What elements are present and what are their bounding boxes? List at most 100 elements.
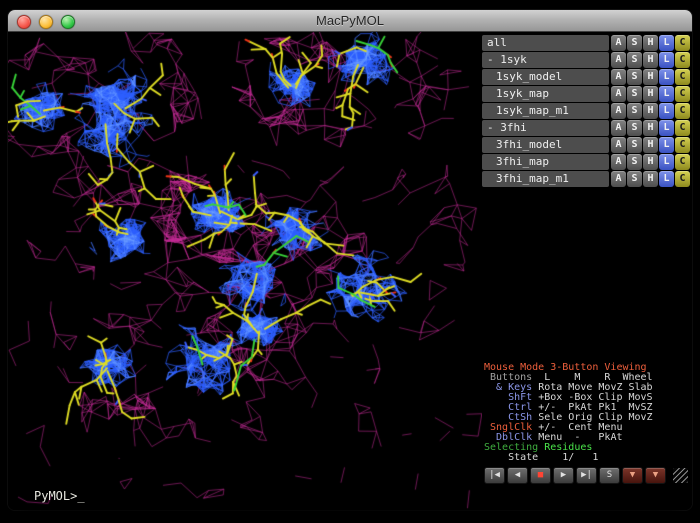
object-button-l[interactable]: L <box>659 86 674 102</box>
object-row-buttons: ASHLC <box>610 154 690 170</box>
control-sidebar: allASHLC- 1sykASHLC1syk_modelASHLC1syk_m… <box>482 32 692 510</box>
object-button-h[interactable]: H <box>643 86 658 102</box>
object-name[interactable]: 3fhi_map_m1 <box>482 171 609 187</box>
object-button-c[interactable]: C <box>675 137 690 153</box>
vcr-play-button[interactable]: ▶ <box>553 467 574 484</box>
object-button-c[interactable]: C <box>675 52 690 68</box>
object-button-c[interactable]: C <box>675 35 690 51</box>
vcr-step-back-button[interactable]: ◀ <box>507 467 528 484</box>
window-title: MacPyMOL <box>316 13 384 28</box>
traffic-lights <box>17 15 75 29</box>
object-button-l[interactable]: L <box>659 103 674 119</box>
object-button-l[interactable]: L <box>659 52 674 68</box>
object-button-h[interactable]: H <box>643 137 658 153</box>
object-button-h[interactable]: H <box>643 52 658 68</box>
close-button[interactable] <box>17 15 31 29</box>
object-row-buttons: ASHLC <box>610 103 690 119</box>
viewport-3d[interactable]: PyMOL>_ <box>8 32 482 510</box>
window-titlebar[interactable]: MacPyMOL <box>8 10 692 32</box>
object-button-h[interactable]: H <box>643 35 658 51</box>
object-button-l[interactable]: L <box>659 154 674 170</box>
object-row: - 1sykASHLC <box>482 52 690 68</box>
object-button-c[interactable]: C <box>675 154 690 170</box>
vcr-step-forward-button[interactable]: ▶| <box>576 467 597 484</box>
object-row: - 3fhiASHLC <box>482 120 690 136</box>
molecule-render-canvas[interactable] <box>8 32 482 510</box>
object-button-h[interactable]: H <box>643 120 658 136</box>
object-button-c[interactable]: C <box>675 69 690 85</box>
object-button-h[interactable]: H <box>643 154 658 170</box>
object-button-s[interactable]: S <box>627 35 642 51</box>
object-name[interactable]: all <box>482 35 609 51</box>
vcr-stop-button[interactable]: ■ <box>530 467 551 484</box>
object-row: 1syk_map_m1ASHLC <box>482 103 690 119</box>
object-name[interactable]: 1syk_model <box>482 69 609 85</box>
object-button-c[interactable]: C <box>675 171 690 187</box>
desktop: MacPyMOL PyMOL>_ allASHLC- 1sykASHLC1syk… <box>0 0 700 523</box>
object-button-s[interactable]: S <box>627 86 642 102</box>
object-button-a[interactable]: A <box>611 103 626 119</box>
command-input[interactable]: PyMOL>_ <box>34 489 85 503</box>
main-content: PyMOL>_ allASHLC- 1sykASHLC1syk_modelASH… <box>8 32 692 510</box>
object-button-h[interactable]: H <box>643 69 658 85</box>
object-button-s[interactable]: S <box>627 137 642 153</box>
minimize-button[interactable] <box>39 15 53 29</box>
object-button-s[interactable]: S <box>627 171 642 187</box>
object-button-s[interactable]: S <box>627 52 642 68</box>
object-button-a[interactable]: A <box>611 52 626 68</box>
vcr-menu-left-button[interactable]: ▼ <box>622 467 643 484</box>
object-name[interactable]: 3fhi_map <box>482 154 609 170</box>
object-row-buttons: ASHLC <box>610 171 690 187</box>
playback-controls: |◀◀■▶▶|S▼▼ <box>482 467 690 484</box>
object-button-a[interactable]: A <box>611 69 626 85</box>
object-name[interactable]: - 1syk <box>482 52 609 68</box>
vcr-scene-button[interactable]: S <box>599 467 620 484</box>
object-button-l[interactable]: L <box>659 171 674 187</box>
object-button-a[interactable]: A <box>611 171 626 187</box>
object-rows: allASHLC- 1sykASHLC1syk_modelASHLC1syk_m… <box>482 35 690 188</box>
object-button-a[interactable]: A <box>611 137 626 153</box>
object-row-buttons: ASHLC <box>610 35 690 51</box>
object-button-s[interactable]: S <box>627 103 642 119</box>
object-button-l[interactable]: L <box>659 120 674 136</box>
object-name[interactable]: - 3fhi <box>482 120 609 136</box>
object-button-a[interactable]: A <box>611 120 626 136</box>
object-button-c[interactable]: C <box>675 103 690 119</box>
object-row: allASHLC <box>482 35 690 51</box>
sidebar-spacer <box>482 188 690 363</box>
object-row: 3fhi_map_m1ASHLC <box>482 171 690 187</box>
object-row-buttons: ASHLC <box>610 69 690 85</box>
object-button-s[interactable]: S <box>627 154 642 170</box>
object-button-a[interactable]: A <box>611 154 626 170</box>
vcr-menu-right-button[interactable]: ▼ <box>645 467 666 484</box>
object-button-s[interactable]: S <box>627 69 642 85</box>
object-button-l[interactable]: L <box>659 69 674 85</box>
object-row: 3fhi_mapASHLC <box>482 154 690 170</box>
object-row: 1syk_modelASHLC <box>482 69 690 85</box>
resize-grip-icon[interactable] <box>673 468 688 483</box>
object-name[interactable]: 3fhi_model <box>482 137 609 153</box>
mouse-panel: Mouse Mode 3-Button Viewing Buttons L M … <box>482 363 690 463</box>
macpymol-window: MacPyMOL PyMOL>_ allASHLC- 1sykASHLC1syk… <box>8 10 692 510</box>
state-indicator: State 1/ 1 <box>484 453 690 463</box>
object-button-a[interactable]: A <box>611 86 626 102</box>
object-button-s[interactable]: S <box>627 120 642 136</box>
object-name[interactable]: 1syk_map <box>482 86 609 102</box>
object-button-a[interactable]: A <box>611 35 626 51</box>
zoom-button[interactable] <box>61 15 75 29</box>
object-button-h[interactable]: H <box>643 171 658 187</box>
object-button-l[interactable]: L <box>659 137 674 153</box>
object-button-h[interactable]: H <box>643 103 658 119</box>
object-row-buttons: ASHLC <box>610 137 690 153</box>
mouse-panel-text: State 1/ 1 <box>484 452 598 463</box>
object-button-l[interactable]: L <box>659 35 674 51</box>
object-row: 3fhi_modelASHLC <box>482 137 690 153</box>
object-button-c[interactable]: C <box>675 86 690 102</box>
object-row-buttons: ASHLC <box>610 120 690 136</box>
object-button-c[interactable]: C <box>675 120 690 136</box>
object-name[interactable]: 1syk_map_m1 <box>482 103 609 119</box>
vcr-rewind-button[interactable]: |◀ <box>484 467 505 484</box>
object-row-buttons: ASHLC <box>610 52 690 68</box>
object-row: 1syk_mapASHLC <box>482 86 690 102</box>
object-row-buttons: ASHLC <box>610 86 690 102</box>
